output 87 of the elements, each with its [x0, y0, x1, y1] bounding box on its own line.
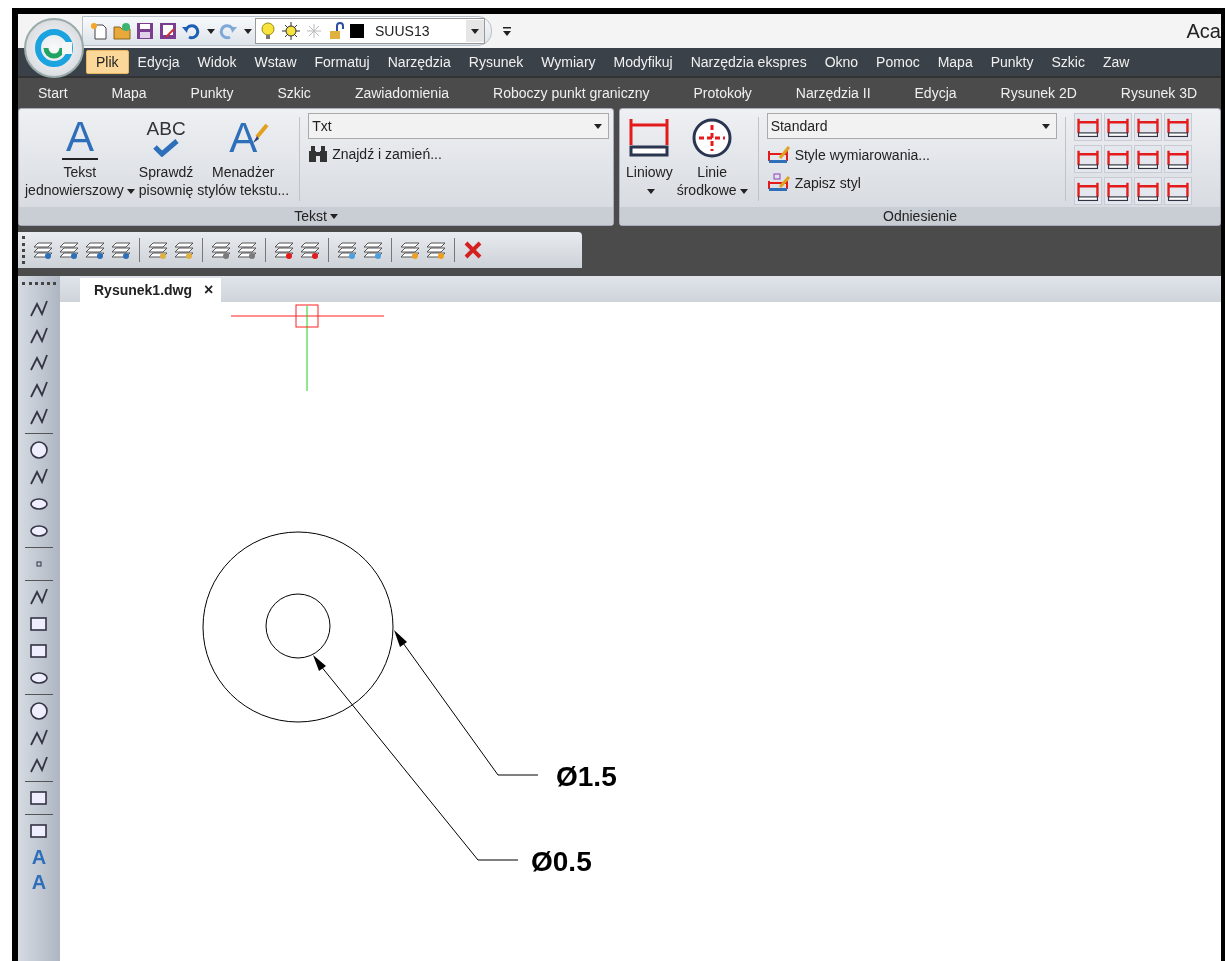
layers-icon[interactable] — [58, 239, 80, 261]
layers-icon[interactable] — [273, 239, 295, 261]
menu-item[interactable]: Plik — [86, 50, 129, 74]
menu-item[interactable]: Wymiary — [532, 51, 605, 73]
circle-icon[interactable] — [28, 439, 50, 461]
layers-icon[interactable] — [399, 239, 421, 261]
layers-icon[interactable] — [84, 239, 106, 261]
layers-icon[interactable] — [236, 239, 258, 261]
ribbon-tab[interactable]: Rysunek 2D — [994, 85, 1095, 101]
layer-name: SUUS13 — [374, 23, 431, 39]
layers-icon[interactable] — [173, 239, 195, 261]
ribbon-button[interactable]: Liniowy — [624, 113, 675, 207]
inner-circle — [265, 593, 331, 659]
layers-icon[interactable] — [210, 239, 232, 261]
style-dropdown[interactable]: Standard — [766, 113, 1057, 139]
padlock-icon — [327, 21, 347, 41]
snowflake-icon — [304, 21, 324, 41]
folder-icon[interactable] — [112, 21, 132, 41]
ribbon-button[interactable]: Linie środkowe — [674, 113, 750, 207]
linear-dimension-icon — [627, 117, 672, 159]
menu-item[interactable]: Rysunek — [459, 51, 533, 73]
binoculars-icon — [308, 145, 329, 163]
center-mark-icon — [691, 117, 734, 159]
color-swatch — [350, 24, 364, 38]
layers-icon[interactable] — [110, 239, 132, 261]
layers-icon[interactable] — [336, 239, 358, 261]
dimension-label: Ø1.5 — [556, 761, 617, 792]
menu-item[interactable]: Zaw — [1093, 51, 1139, 73]
close-icon[interactable]: × — [204, 281, 214, 299]
ribbon-tab[interactable]: Edycja — [908, 85, 975, 101]
ribbon-tab[interactable]: Roboczy punkt graniczny — [487, 85, 668, 101]
ribbon-button[interactable]: A Menadżer stylów tekstu... — [195, 113, 292, 207]
menu-item[interactable]: Modyfikuj — [604, 51, 682, 73]
undo-icon[interactable] — [181, 21, 201, 41]
window-title: Aca — [1186, 19, 1221, 43]
menu-item[interactable]: Pomoc — [867, 51, 929, 73]
menu-item[interactable]: Narzędzia ekspres — [681, 51, 816, 73]
menu-item[interactable]: Szkic — [1042, 51, 1094, 73]
save-as-icon[interactable] — [158, 21, 178, 41]
caret-icon[interactable] — [329, 213, 338, 219]
save-style-icon — [766, 173, 791, 193]
layers-icon[interactable] — [299, 239, 321, 261]
sun-icon — [281, 21, 301, 41]
document-tab[interactable]: Rysunek1.dwg × — [80, 278, 222, 302]
layers-icon[interactable] — [147, 239, 169, 261]
customize-toolbar-icon[interactable] — [502, 25, 512, 37]
layer-dropdown[interactable]: SUUS13 — [255, 18, 485, 44]
menu-item[interactable]: Formatuj — [305, 51, 379, 73]
menu-item[interactable]: Mapa — [928, 51, 982, 73]
dimension-icon[interactable] — [1133, 145, 1162, 173]
menu-item[interactable]: Narzędzia — [378, 51, 460, 73]
panel-title[interactable]: Tekst — [294, 208, 327, 224]
menu-item[interactable]: Edycja — [128, 51, 189, 73]
ribbon-tab[interactable]: Szkic — [271, 85, 329, 101]
ribbon-tab[interactable]: Zawiadomienia — [348, 85, 468, 101]
ribbon-button[interactable]: ABC Sprawdź pisownię — [136, 113, 196, 207]
layers-icon[interactable] — [362, 239, 384, 261]
ribbon-tab[interactable]: Rysunek 3D — [1114, 85, 1216, 101]
menu-item[interactable]: Widok — [188, 51, 246, 73]
dimension-icon[interactable] — [1103, 145, 1132, 173]
menu-item[interactable]: Punkty — [981, 51, 1043, 73]
caret-icon[interactable] — [207, 28, 215, 34]
caret-icon — [1041, 123, 1050, 129]
ribbon-action-button[interactable]: Style wymiarowania... — [766, 143, 1057, 167]
ribbon-action-button[interactable]: Zapisz styl — [766, 171, 1057, 195]
ribbon-tab[interactable]: Mapa — [105, 85, 165, 101]
ribbon-tab[interactable]: Narzędzia II — [789, 85, 889, 101]
ribbon-tab[interactable]: Punkty — [184, 85, 252, 101]
save-icon[interactable] — [135, 21, 155, 41]
menu-item[interactable]: Okno — [815, 51, 868, 73]
delete-icon[interactable] — [462, 239, 484, 261]
new-file-icon[interactable] — [89, 21, 109, 41]
lightbulb-icon — [258, 21, 278, 41]
panel-title[interactable]: Odniesienie — [883, 208, 957, 224]
ribbon-tab[interactable]: Start — [32, 85, 86, 101]
ribbon-button[interactable]: A Tekst jednowierszowy — [23, 113, 137, 207]
style-dropdown[interactable]: Txt — [308, 113, 609, 139]
ribbon-tab[interactable]: Protokoły — [687, 85, 770, 101]
ribbon-action-button[interactable]: Znajdź i zamień... — [308, 143, 609, 165]
layers-icon[interactable] — [425, 239, 447, 261]
menu-item[interactable]: Wstaw — [245, 51, 306, 73]
dimension-icon[interactable] — [1133, 113, 1162, 141]
dimension-style-icon — [766, 145, 791, 165]
dimension-icon[interactable] — [1163, 145, 1192, 173]
dimension-label: Ø0.5 — [531, 846, 592, 877]
caret-icon — [594, 123, 602, 129]
layers-icon[interactable] — [32, 239, 54, 261]
